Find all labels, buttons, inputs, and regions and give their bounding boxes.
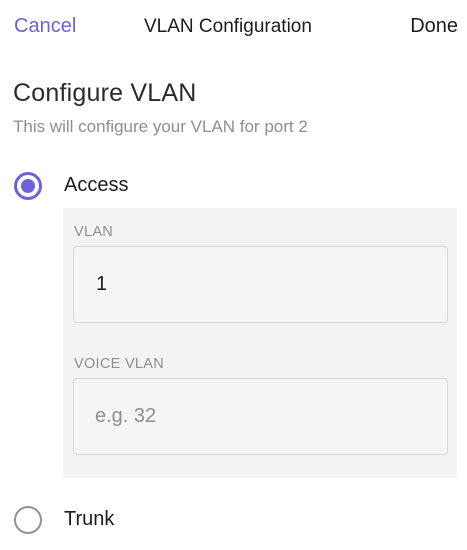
radio-unselected-icon[interactable]: [14, 506, 42, 534]
section-description: This will configure your VLAN for port 2: [13, 117, 308, 136]
radio-option-trunk[interactable]: Trunk: [14, 506, 454, 536]
vlan-field-label: VLAN: [74, 224, 114, 240]
navigation-bar: Cancel VLAN Configuration Done: [0, 0, 467, 56]
voice-vlan-field-label: VOICE VLAN: [74, 356, 165, 372]
page-title: VLAN Configuration: [144, 16, 312, 37]
radio-label-access: Access: [64, 174, 129, 196]
access-settings-panel: VLAN 1 VOICE VLAN: [63, 208, 457, 478]
done-button[interactable]: Done: [410, 15, 458, 38]
cancel-button[interactable]: Cancel: [14, 15, 76, 38]
radio-selected-icon[interactable]: [14, 172, 42, 200]
radio-option-access[interactable]: Access: [14, 172, 454, 202]
vlan-field-value[interactable]: 1: [96, 273, 107, 296]
radio-label-trunk: Trunk: [64, 508, 115, 530]
vlan-field[interactable]: 1: [73, 246, 448, 323]
voice-vlan-input[interactable]: [74, 379, 447, 454]
voice-vlan-field[interactable]: [73, 378, 448, 455]
section-heading: Configure VLAN: [13, 79, 197, 107]
